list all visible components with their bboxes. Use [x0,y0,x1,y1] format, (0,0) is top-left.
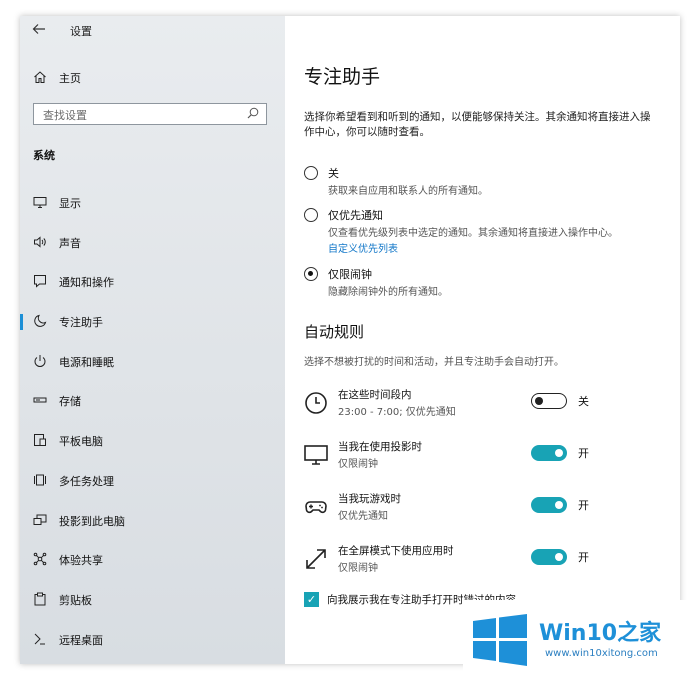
sidebar-item-multitasking[interactable]: 多任务处理 [20,468,285,508]
radio-alarms-only[interactable] [304,267,318,281]
sidebar-item-notifications[interactable]: 通知和操作 [20,269,285,309]
rule-subtitle: 仅优先通知 [338,511,388,522]
rule-fullscreen[interactable]: 在全屏模式下使用应用时 仅限闹钟 开 [304,543,674,579]
toggle-state: 关 [578,395,589,408]
sidebar-item-power[interactable]: 电源和睡眠 [20,349,285,389]
toggle-state: 开 [578,499,589,512]
sidebar-item-storage[interactable]: 存储 [20,388,285,428]
rule-gaming[interactable]: 当我玩游戏时 仅优先通知 开 [304,491,674,527]
rule-title[interactable]: 在这些时间段内 [338,387,412,402]
clipboard-icon [32,592,48,608]
sidebar-item-label: 通知和操作 [59,276,114,290]
option-off-label: 关 [328,167,339,180]
option-alarms-label: 仅限闹钟 [328,268,372,281]
sidebar-item-tablet[interactable]: 平板电脑 [20,428,285,468]
search-icon[interactable] [247,107,261,121]
fullscreen-icon [304,547,328,571]
main-content: 专注助手 选择你希望看到和听到的通知，以便能够保持关注。其余通知将直接进入操作中… [285,16,680,664]
rule-subtitle: 23:00 - 7:00; 仅优先通知 [338,407,456,418]
watermark-title: Win10之家 [539,621,662,646]
sidebar-item-label: 体验共享 [59,554,103,568]
auto-rules-description: 选择不想被打扰的时间和活动，并且专注助手会自动打开。 [304,357,564,368]
gamepad-icon [304,495,328,519]
sidebar-item-label: 存储 [59,395,81,409]
tablet-icon [32,433,48,449]
display-icon [32,195,48,211]
radio-priority-only[interactable] [304,208,318,222]
sidebar-item-display[interactable]: 显示 [20,190,285,230]
sidebar-item-label: 显示 [59,197,81,210]
option-priority-label: 仅优先通知 [328,209,383,222]
sidebar-item-label: 平板电脑 [59,435,103,449]
sidebar-nav: 显示 声音 通知和操作 专注助手 电源和睡眠 存储 平板电脑 多任务处理 投影到… [20,190,285,664]
rule-time-range[interactable]: 在这些时间段内 23:00 - 7:00; 仅优先通知 关 [304,387,674,423]
auto-rules-heading: 自动规则 [304,323,365,341]
sidebar-item-label: 多任务处理 [59,474,114,488]
option-alarms-desc: 隐藏除闹钟外的所有通知。 [328,287,448,298]
sidebar-item-clipboard[interactable]: 剪贴板 [20,587,285,627]
rule-subtitle: 仅限闹钟 [338,459,378,470]
rule-projecting-toggle[interactable] [531,445,567,461]
rule-subtitle: 仅限闹钟 [338,563,378,574]
watermark-url: www.win10xitong.com [545,648,658,659]
sidebar-item-sound[interactable]: 声音 [20,230,285,270]
sidebar-item-shared-experiences[interactable]: 体验共享 [20,547,285,587]
sidebar-item-label: 电源和睡眠 [59,355,114,369]
customize-priority-list-link[interactable]: 自定义优先列表 [328,240,398,255]
sidebar-item-label: 专注助手 [59,316,103,330]
sidebar-item-label: 声音 [59,236,81,250]
rule-gaming-toggle[interactable] [531,497,567,513]
moon-icon [32,314,48,330]
rule-title[interactable]: 当我玩游戏时 [338,491,401,506]
rule-fullscreen-toggle[interactable] [531,549,567,565]
sidebar-item-label: 远程桌面 [59,633,103,647]
page-title: 专注助手 [304,66,381,88]
clock-icon [304,391,328,415]
notification-icon [32,274,48,290]
page-description: 选择你希望看到和听到的通知，以便能够保持关注。其余通知将直接进入操作中心，你可以… [304,111,651,138]
title-bar: 设置 [20,16,285,46]
sidebar: 设置 主页 系统 显示 声音 通知和操作 [20,16,285,664]
home-label: 主页 [59,72,81,85]
rule-title[interactable]: 当我在使用投影时 [338,439,422,454]
project-icon [32,513,48,529]
sidebar-item-home[interactable]: 主页 [20,66,285,90]
sidebar-item-focus-assist[interactable]: 专注助手 [20,309,285,349]
remote-desktop-icon [32,632,48,648]
sidebar-item-remote-desktop[interactable]: 远程桌面 [20,627,285,664]
speaker-icon [32,235,48,251]
rule-title[interactable]: 在全屏模式下使用应用时 [338,543,454,558]
app-title: 设置 [70,25,92,38]
rule-time-toggle[interactable] [531,393,567,409]
sidebar-item-label: 剪贴板 [59,593,92,607]
windows-logo [473,614,527,666]
search-box[interactable] [33,103,267,125]
sidebar-item-label: 投影到此电脑 [59,514,125,528]
power-icon [32,354,48,370]
storage-icon [32,393,48,409]
toggle-state: 开 [578,447,589,460]
multitask-icon [32,473,48,489]
option-off-desc: 获取来自应用和联系人的所有通知。 [328,186,488,197]
rule-projecting[interactable]: 当我在使用投影时 仅限闹钟 开 [304,439,674,475]
back-arrow-icon[interactable] [32,22,50,40]
toggle-state: 开 [578,551,589,564]
home-icon [32,70,48,86]
search-input[interactable] [41,106,245,124]
option-priority-desc: 仅查看优先级列表中选定的通知。其余通知将直接进入操作中心。 [328,228,618,239]
sidebar-item-project[interactable]: 投影到此电脑 [20,508,285,548]
watermark: Win10之家 www.win10xitong.com [463,600,700,681]
radio-off[interactable] [304,166,318,180]
settings-window: 设置 主页 系统 显示 声音 通知和操作 [20,16,680,664]
section-heading: 系统 [33,149,55,162]
share-icon [32,552,48,568]
monitor-icon [304,443,328,467]
checkbox-checked-icon[interactable]: ✓ [304,592,319,607]
